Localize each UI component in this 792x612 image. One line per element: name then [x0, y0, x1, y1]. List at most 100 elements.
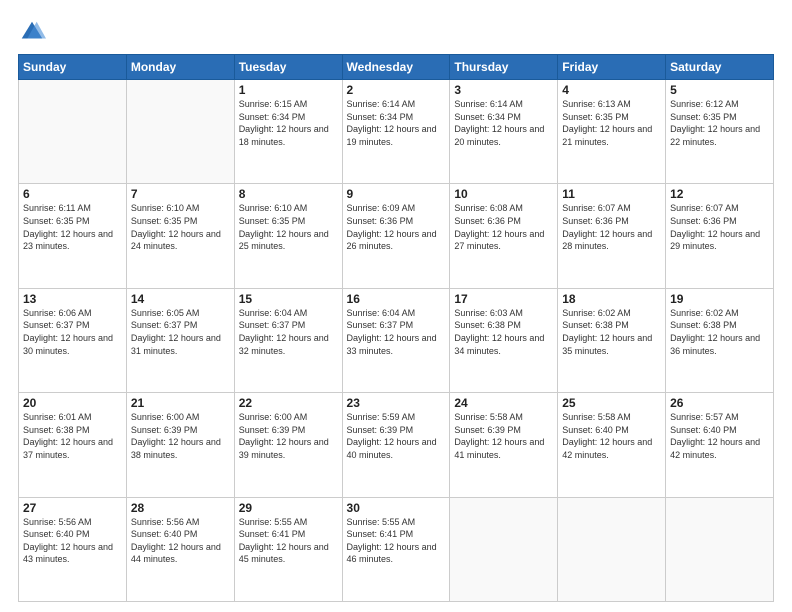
day-cell: 7Sunrise: 6:10 AMSunset: 6:35 PMDaylight… [126, 184, 234, 288]
day-info: Sunrise: 6:03 AMSunset: 6:38 PMDaylight:… [454, 307, 553, 357]
day-number: 23 [347, 396, 446, 410]
day-info: Sunrise: 5:55 AMSunset: 6:41 PMDaylight:… [347, 516, 446, 566]
day-cell: 10Sunrise: 6:08 AMSunset: 6:36 PMDayligh… [450, 184, 558, 288]
logo [18, 18, 50, 46]
day-info: Sunrise: 6:13 AMSunset: 6:35 PMDaylight:… [562, 98, 661, 148]
day-cell: 5Sunrise: 6:12 AMSunset: 6:35 PMDaylight… [666, 80, 774, 184]
day-info: Sunrise: 5:57 AMSunset: 6:40 PMDaylight:… [670, 411, 769, 461]
day-info: Sunrise: 5:56 AMSunset: 6:40 PMDaylight:… [131, 516, 230, 566]
day-number: 22 [239, 396, 338, 410]
day-info: Sunrise: 5:59 AMSunset: 6:39 PMDaylight:… [347, 411, 446, 461]
header [18, 18, 774, 46]
weekday-header-row: SundayMondayTuesdayWednesdayThursdayFrid… [19, 55, 774, 80]
day-info: Sunrise: 6:15 AMSunset: 6:34 PMDaylight:… [239, 98, 338, 148]
day-number: 4 [562, 83, 661, 97]
day-number: 26 [670, 396, 769, 410]
weekday-header-tuesday: Tuesday [234, 55, 342, 80]
calendar-body: 1Sunrise: 6:15 AMSunset: 6:34 PMDaylight… [19, 80, 774, 602]
day-info: Sunrise: 5:58 AMSunset: 6:40 PMDaylight:… [562, 411, 661, 461]
day-number: 16 [347, 292, 446, 306]
day-cell: 12Sunrise: 6:07 AMSunset: 6:36 PMDayligh… [666, 184, 774, 288]
day-number: 10 [454, 187, 553, 201]
day-number: 30 [347, 501, 446, 515]
day-number: 29 [239, 501, 338, 515]
day-info: Sunrise: 6:00 AMSunset: 6:39 PMDaylight:… [131, 411, 230, 461]
day-number: 9 [347, 187, 446, 201]
day-info: Sunrise: 6:10 AMSunset: 6:35 PMDaylight:… [131, 202, 230, 252]
day-info: Sunrise: 6:11 AMSunset: 6:35 PMDaylight:… [23, 202, 122, 252]
day-cell: 14Sunrise: 6:05 AMSunset: 6:37 PMDayligh… [126, 288, 234, 392]
day-cell: 16Sunrise: 6:04 AMSunset: 6:37 PMDayligh… [342, 288, 450, 392]
day-info: Sunrise: 6:14 AMSunset: 6:34 PMDaylight:… [347, 98, 446, 148]
day-info: Sunrise: 6:04 AMSunset: 6:37 PMDaylight:… [347, 307, 446, 357]
day-cell: 30Sunrise: 5:55 AMSunset: 6:41 PMDayligh… [342, 497, 450, 601]
weekday-header-thursday: Thursday [450, 55, 558, 80]
week-row-3: 13Sunrise: 6:06 AMSunset: 6:37 PMDayligh… [19, 288, 774, 392]
calendar-header: SundayMondayTuesdayWednesdayThursdayFrid… [19, 55, 774, 80]
weekday-header-wednesday: Wednesday [342, 55, 450, 80]
day-info: Sunrise: 6:04 AMSunset: 6:37 PMDaylight:… [239, 307, 338, 357]
day-info: Sunrise: 5:56 AMSunset: 6:40 PMDaylight:… [23, 516, 122, 566]
day-cell: 21Sunrise: 6:00 AMSunset: 6:39 PMDayligh… [126, 393, 234, 497]
day-cell: 20Sunrise: 6:01 AMSunset: 6:38 PMDayligh… [19, 393, 127, 497]
weekday-header-saturday: Saturday [666, 55, 774, 80]
day-info: Sunrise: 6:07 AMSunset: 6:36 PMDaylight:… [562, 202, 661, 252]
day-info: Sunrise: 6:02 AMSunset: 6:38 PMDaylight:… [562, 307, 661, 357]
day-cell [126, 80, 234, 184]
day-cell: 1Sunrise: 6:15 AMSunset: 6:34 PMDaylight… [234, 80, 342, 184]
day-cell: 6Sunrise: 6:11 AMSunset: 6:35 PMDaylight… [19, 184, 127, 288]
day-number: 18 [562, 292, 661, 306]
day-number: 2 [347, 83, 446, 97]
day-info: Sunrise: 6:06 AMSunset: 6:37 PMDaylight:… [23, 307, 122, 357]
day-cell: 23Sunrise: 5:59 AMSunset: 6:39 PMDayligh… [342, 393, 450, 497]
day-cell: 13Sunrise: 6:06 AMSunset: 6:37 PMDayligh… [19, 288, 127, 392]
day-info: Sunrise: 6:07 AMSunset: 6:36 PMDaylight:… [670, 202, 769, 252]
day-number: 12 [670, 187, 769, 201]
day-cell [19, 80, 127, 184]
day-info: Sunrise: 6:00 AMSunset: 6:39 PMDaylight:… [239, 411, 338, 461]
weekday-header-monday: Monday [126, 55, 234, 80]
day-number: 25 [562, 396, 661, 410]
day-number: 11 [562, 187, 661, 201]
day-info: Sunrise: 6:10 AMSunset: 6:35 PMDaylight:… [239, 202, 338, 252]
day-number: 17 [454, 292, 553, 306]
calendar-table: SundayMondayTuesdayWednesdayThursdayFrid… [18, 54, 774, 602]
day-info: Sunrise: 6:02 AMSunset: 6:38 PMDaylight:… [670, 307, 769, 357]
day-info: Sunrise: 6:12 AMSunset: 6:35 PMDaylight:… [670, 98, 769, 148]
day-cell [666, 497, 774, 601]
day-info: Sunrise: 6:05 AMSunset: 6:37 PMDaylight:… [131, 307, 230, 357]
week-row-1: 1Sunrise: 6:15 AMSunset: 6:34 PMDaylight… [19, 80, 774, 184]
day-cell: 29Sunrise: 5:55 AMSunset: 6:41 PMDayligh… [234, 497, 342, 601]
day-cell: 8Sunrise: 6:10 AMSunset: 6:35 PMDaylight… [234, 184, 342, 288]
day-cell: 17Sunrise: 6:03 AMSunset: 6:38 PMDayligh… [450, 288, 558, 392]
day-info: Sunrise: 6:14 AMSunset: 6:34 PMDaylight:… [454, 98, 553, 148]
day-cell: 2Sunrise: 6:14 AMSunset: 6:34 PMDaylight… [342, 80, 450, 184]
logo-icon [18, 18, 46, 46]
day-cell: 4Sunrise: 6:13 AMSunset: 6:35 PMDaylight… [558, 80, 666, 184]
day-cell: 24Sunrise: 5:58 AMSunset: 6:39 PMDayligh… [450, 393, 558, 497]
day-number: 27 [23, 501, 122, 515]
weekday-header-sunday: Sunday [19, 55, 127, 80]
week-row-5: 27Sunrise: 5:56 AMSunset: 6:40 PMDayligh… [19, 497, 774, 601]
day-info: Sunrise: 5:58 AMSunset: 6:39 PMDaylight:… [454, 411, 553, 461]
day-number: 8 [239, 187, 338, 201]
day-cell: 28Sunrise: 5:56 AMSunset: 6:40 PMDayligh… [126, 497, 234, 601]
day-cell: 22Sunrise: 6:00 AMSunset: 6:39 PMDayligh… [234, 393, 342, 497]
day-cell [558, 497, 666, 601]
page: SundayMondayTuesdayWednesdayThursdayFrid… [0, 0, 792, 612]
day-number: 21 [131, 396, 230, 410]
day-number: 13 [23, 292, 122, 306]
day-number: 1 [239, 83, 338, 97]
day-cell: 9Sunrise: 6:09 AMSunset: 6:36 PMDaylight… [342, 184, 450, 288]
day-number: 28 [131, 501, 230, 515]
day-cell: 15Sunrise: 6:04 AMSunset: 6:37 PMDayligh… [234, 288, 342, 392]
day-cell: 11Sunrise: 6:07 AMSunset: 6:36 PMDayligh… [558, 184, 666, 288]
week-row-4: 20Sunrise: 6:01 AMSunset: 6:38 PMDayligh… [19, 393, 774, 497]
day-info: Sunrise: 6:08 AMSunset: 6:36 PMDaylight:… [454, 202, 553, 252]
day-number: 14 [131, 292, 230, 306]
day-info: Sunrise: 5:55 AMSunset: 6:41 PMDaylight:… [239, 516, 338, 566]
day-number: 5 [670, 83, 769, 97]
day-number: 6 [23, 187, 122, 201]
day-cell: 19Sunrise: 6:02 AMSunset: 6:38 PMDayligh… [666, 288, 774, 392]
day-info: Sunrise: 6:01 AMSunset: 6:38 PMDaylight:… [23, 411, 122, 461]
